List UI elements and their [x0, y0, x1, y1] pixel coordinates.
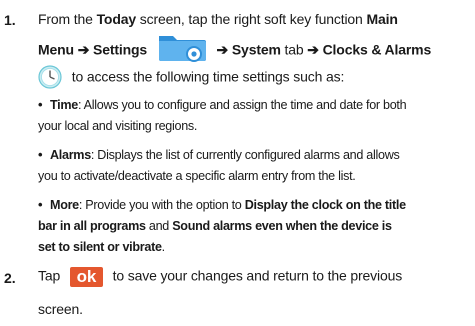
bullet-time-line-2: your local and visiting regions.	[38, 119, 198, 133]
settings-folder-icon	[158, 36, 206, 62]
main-label: Main	[366, 11, 398, 27]
step-number: 1.	[4, 12, 16, 28]
bullet-more-title: More	[50, 198, 79, 212]
clock-icon	[38, 65, 62, 89]
bullet-alarms-line-2: you to activate/deactivate a specific al…	[38, 169, 356, 183]
step-1-line-2: Menu ➔ Settings ➔ System tab ➔ Clocks & …	[38, 36, 432, 62]
clocks-alarms-label: ➔ Clocks & Alarms	[307, 41, 432, 58]
menu-settings-path: Menu ➔ Settings	[38, 41, 148, 58]
today-label: Today	[96, 11, 137, 27]
bullet-more-line-2: bar in all programs and Sound alarms eve…	[38, 219, 392, 233]
bullet-more-line-1: More: Provide you with the option to Dis…	[50, 198, 406, 212]
step-number: 2.	[4, 270, 16, 286]
step-1-line-3: to access the following time settings su…	[38, 65, 344, 89]
bullet-alarms-line-1: Alarms: Displays the list of currently c…	[50, 148, 400, 162]
ok-button[interactable]: ok	[69, 267, 103, 287]
bullet-alarms-dot: •	[38, 147, 43, 162]
bullet-more-dot: •	[38, 197, 43, 212]
bullet-alarms-title: Alarms	[50, 148, 91, 162]
step-1-line-1: From the Today screen, tap the right sof…	[38, 11, 398, 27]
system-label: ➔ System	[216, 41, 281, 58]
bullet-time-title: Time	[50, 98, 78, 112]
step-2-line-1: Tap ok to save your changes and return t…	[38, 267, 403, 287]
bullet-time-dot: •	[38, 97, 43, 112]
manual-page: 1. From the Today screen, tap the right …	[0, 0, 475, 326]
bullet-more-line-3: set to silent or vibrate.	[38, 240, 165, 254]
step-2-line-2: screen.	[38, 301, 83, 317]
bullet-time-line-1: Time: Allows you to configure and assign…	[50, 98, 407, 112]
